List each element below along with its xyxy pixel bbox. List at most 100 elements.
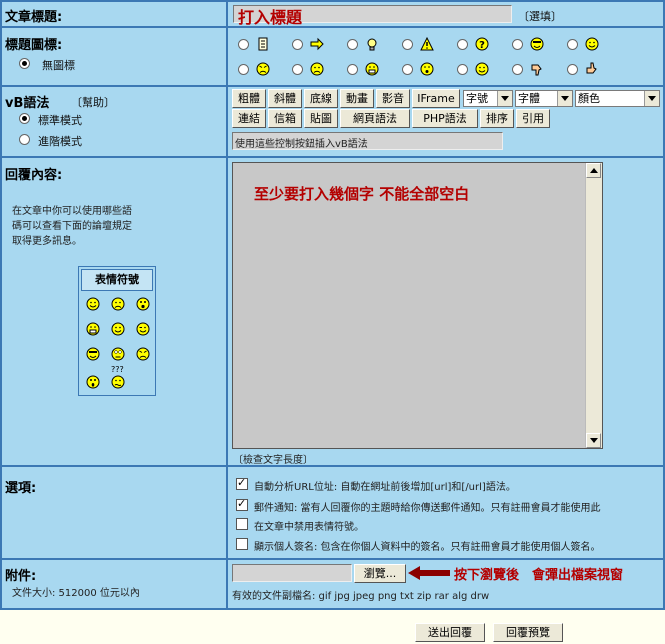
vbcode-label-cell: vB語法 〔幫助〕 標準模式 進階模式	[2, 87, 226, 156]
attachment-file-input[interactable]	[232, 564, 352, 582]
cool-smiley-icon	[530, 37, 544, 51]
grin-icon	[365, 62, 379, 76]
chevron-down-icon	[497, 91, 512, 106]
parse-url-checkbox[interactable]	[236, 476, 248, 490]
warning-icon	[420, 37, 434, 51]
font-size-select-value: 字號	[466, 92, 488, 105]
frown-icon[interactable]	[111, 297, 125, 311]
shocked-icon[interactable]	[136, 297, 150, 311]
standard-mode-radio[interactable]	[19, 113, 30, 124]
media-button[interactable]: 影音	[376, 89, 410, 108]
email-notify-label: 郵件通知: 當有人回覆你的主題時給你傳送郵件通知。只有註冊會員才能使用此	[254, 503, 601, 514]
icon-radio-2[interactable]	[292, 39, 303, 50]
title-icon-label-cell: 標題圖標: 無圖標	[2, 28, 226, 85]
quote-button[interactable]: 引用	[516, 109, 550, 128]
disable-smilies-checkbox[interactable]	[236, 518, 248, 530]
mad-icon[interactable]	[136, 347, 150, 361]
advanced-mode-radio[interactable]	[19, 134, 30, 145]
email-notify-checkbox[interactable]	[236, 497, 248, 511]
subject-label: 文章標題:	[5, 10, 63, 25]
subject-label-cell: 文章標題:	[2, 2, 226, 26]
marquee-button[interactable]: 動畫	[340, 89, 374, 108]
reply-label: 回覆內容:	[5, 168, 63, 183]
icon-radio-7[interactable]	[567, 39, 578, 50]
scroll-down-arrow-icon	[590, 438, 598, 443]
confused-icon[interactable]	[111, 375, 125, 389]
thumbs-down-icon	[531, 64, 542, 76]
eek-icon[interactable]	[86, 375, 100, 389]
message-textarea[interactable]: 至少要打入幾個字 不能全部空白	[232, 162, 603, 449]
vbcode-status-text: 使用這些控制按鈕插入vB語法	[235, 139, 368, 150]
scroll-up-button[interactable]	[586, 163, 601, 178]
preview-reply-button[interactable]: 回覆預覽	[493, 623, 563, 642]
browse-annotation: 按下瀏覽後 會彈出檔案視窗	[454, 568, 624, 583]
scroll-down-button[interactable]	[586, 433, 601, 448]
icon-radio-1[interactable]	[238, 39, 249, 50]
roll-eyes-icon[interactable]	[111, 347, 125, 361]
font-face-select-value: 字體	[518, 92, 540, 105]
chevron-down-icon	[557, 91, 572, 106]
font-size-select[interactable]: 字號	[463, 90, 513, 107]
reply-label-cell: 回覆內容: 在文章中你可以使用哪些語 碼可以查看下面的論壇規定 取得更多訊息。 …	[2, 158, 226, 465]
title-icon-options-cell: ?	[228, 28, 663, 85]
icon-radio-10[interactable]	[347, 64, 358, 75]
vbcode-status-field: 使用這些控制按鈕插入vB語法	[232, 132, 503, 150]
icon-radio-3[interactable]	[347, 39, 358, 50]
smile-icon[interactable]	[86, 297, 100, 311]
grin-icon[interactable]	[86, 322, 100, 336]
allowed-extensions: 有效的文件副檔名: gif jpg jpeg png txt zip rar a…	[232, 591, 490, 602]
attachment-label-cell: 附件: 文件大小: 512000 位元以內	[2, 560, 226, 608]
cool-icon[interactable]	[86, 347, 100, 361]
underline-button[interactable]: 底線	[304, 89, 338, 108]
smilies-box: 表情符號 ???	[78, 266, 156, 396]
smilies-title-bar: 表情符號	[81, 269, 153, 291]
icon-radio-5[interactable]	[457, 39, 468, 50]
image-button[interactable]: 貼圖	[304, 109, 338, 128]
icon-radio-8[interactable]	[238, 64, 249, 75]
confused-label: ???	[111, 365, 124, 374]
link-button[interactable]: 連結	[232, 109, 266, 128]
attachment-size-limit: 文件大小: 512000 位元以內	[12, 588, 140, 599]
no-icon-radio[interactable]	[19, 58, 30, 69]
arrow-right-icon	[310, 37, 324, 51]
submit-reply-button[interactable]: 送出回覆	[415, 623, 485, 642]
icon-radio-4[interactable]	[402, 39, 413, 50]
happy-icon[interactable]	[111, 322, 125, 336]
bold-button[interactable]: 粗體	[232, 89, 266, 108]
font-color-select[interactable]: 顏色	[575, 90, 660, 107]
options-cell: 自動分析URL位址: 自動在網址前後增加[url]和[/url]語法。 郵件通知…	[228, 467, 663, 558]
icon-radio-11[interactable]	[402, 64, 413, 75]
happy-icon	[475, 62, 489, 76]
scroll-up-arrow-icon	[590, 168, 598, 173]
thumbs-up-icon	[586, 62, 597, 74]
attachment-label: 附件:	[5, 569, 37, 584]
font-face-select[interactable]: 字體	[515, 90, 573, 107]
textarea-scrollbar[interactable]	[585, 163, 602, 448]
sad-icon	[310, 62, 324, 76]
no-icon-label: 無圖標	[42, 59, 75, 72]
lightbulb-icon	[367, 38, 377, 51]
show-signature-checkbox[interactable]	[236, 538, 248, 550]
icon-radio-6[interactable]	[512, 39, 523, 50]
list-button[interactable]: 排序	[480, 109, 514, 128]
subject-input-cell: 打入標題 〔選填〕	[228, 2, 663, 27]
vbcode-label: vB語法	[5, 96, 50, 111]
html-code-button[interactable]: 網頁語法	[340, 109, 410, 128]
php-code-button[interactable]: PHP語法	[412, 109, 478, 128]
subject-input-value: 打入標題	[238, 8, 303, 27]
browse-button[interactable]: 瀏覽...	[354, 564, 406, 583]
vbcode-help-link[interactable]: 〔幫助〕	[71, 94, 115, 110]
icon-radio-12[interactable]	[457, 64, 468, 75]
advanced-mode-label: 進階模式	[38, 135, 82, 148]
icon-radio-14[interactable]	[567, 64, 578, 75]
icon-radio-13[interactable]	[512, 64, 523, 75]
subject-input[interactable]: 打入標題	[233, 5, 512, 27]
vbcode-toolbar-cell: 粗體 斜體 底線 動畫 影音 IFrame 字號 字體 顏色 連結 信箱 貼圖 …	[228, 87, 663, 156]
iframe-button[interactable]: IFrame	[412, 89, 460, 108]
icon-radio-9[interactable]	[292, 64, 303, 75]
check-length-link[interactable]: 〔檢查文字長度〕	[233, 451, 313, 466]
question-icon: ?	[475, 37, 489, 51]
wink-icon[interactable]	[136, 322, 150, 336]
italic-button[interactable]: 斜體	[268, 89, 302, 108]
email-button[interactable]: 信箱	[268, 109, 302, 128]
